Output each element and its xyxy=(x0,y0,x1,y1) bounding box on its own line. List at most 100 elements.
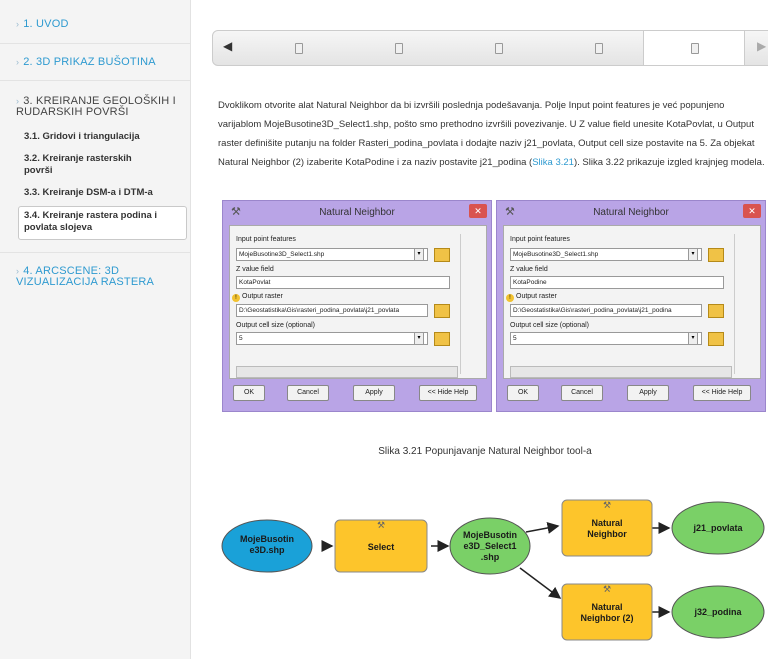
hammer-icon: ⚒ xyxy=(377,520,385,530)
cell-size-field[interactable]: 5 xyxy=(510,332,702,345)
sidebar-item-kreiranje-povrsi[interactable]: › 3. KREIRANJE GEOLOŠKIH I RUDARSKIH POVR… xyxy=(0,96,176,118)
z-value-field[interactable]: KotaPovlat xyxy=(236,276,450,289)
output-raster-field[interactable]: D:\Geostatistika\Gis\rasteri_podina_povl… xyxy=(510,304,702,317)
folder-icon[interactable] xyxy=(434,304,450,318)
ok-button[interactable]: OK xyxy=(507,385,539,401)
hide-help-button[interactable]: << Hide Help xyxy=(693,385,751,401)
model-diagram: MojeBusotin e3D.shp ⚒ Select MojeBusotin… xyxy=(221,499,765,641)
node-natural-neighbor-2[interactable]: ⚒ Natural Neighbor (2) xyxy=(561,583,653,641)
vertical-scrollbar[interactable] xyxy=(734,234,747,374)
sidebar-item-label: 4. ARCSCENE: 3D VIZUALIZACIJA RASTERA xyxy=(16,265,155,288)
dialog-titlebar[interactable]: ⚒ Natural Neighbor ✕ xyxy=(223,201,491,225)
apply-button[interactable]: Apply xyxy=(627,385,669,401)
folder-icon[interactable] xyxy=(434,248,450,262)
node-label: Natural xyxy=(591,602,622,612)
cell-label: Output cell size (optional) xyxy=(510,322,589,329)
node-output-povlata[interactable]: j21_povlata xyxy=(671,501,765,555)
input-point-field[interactable]: MojeBusotine3D_Select1.shp xyxy=(510,248,702,261)
cell-size-field[interactable]: 5 xyxy=(236,332,428,345)
sidebar-item-uvod[interactable]: › 1. UVOD xyxy=(0,18,206,38)
natural-neighbor-dialog-1: ⚒ Natural Neighbor ✕ Input point feature… xyxy=(222,200,492,412)
node-selected-output[interactable]: MojeBusotin e3D_Select1 .shp xyxy=(449,517,531,575)
input-point-field[interactable]: MojeBusotine3D_Select1.shp xyxy=(236,248,428,261)
chevron-right-icon: › xyxy=(16,19,20,29)
dialog-body: Input point features MojeBusotine3D_Sele… xyxy=(229,225,487,379)
dialog-body: Input point features MojeBusotine3D_Sele… xyxy=(503,225,761,379)
hammer-icon: ⚒ xyxy=(603,584,611,594)
horizontal-scrollbar[interactable] xyxy=(236,366,458,378)
slider-marker[interactable] xyxy=(295,43,303,54)
divider xyxy=(0,80,190,81)
node-select-tool[interactable]: ⚒ Select xyxy=(334,519,428,573)
sidebar-item-label: 3. KREIRANJE GEOLOŠKIH I RUDARSKIH POVRŠ… xyxy=(16,95,176,118)
slider-marker[interactable] xyxy=(395,43,403,54)
chevron-down-icon: › xyxy=(16,96,20,106)
node-label: e3D_Select1 xyxy=(463,541,516,551)
z-label: Z value field xyxy=(236,266,274,273)
slider-marker[interactable] xyxy=(691,43,699,54)
folder-icon[interactable] xyxy=(708,248,724,262)
node-input-dataset[interactable]: MojeBusotin e3D.shp xyxy=(221,519,313,573)
folder-icon[interactable] xyxy=(708,304,724,318)
vertical-scrollbar[interactable] xyxy=(460,234,473,374)
dropdown-icon[interactable]: ▾ xyxy=(688,248,698,261)
sidebar-item-3d-prikaz[interactable]: › 2. 3D PRIKAZ BUŠOTINA xyxy=(0,56,206,76)
divider xyxy=(0,252,190,253)
slider-prev-icon[interactable]: ◀ xyxy=(223,39,232,53)
z-value-field[interactable]: KotaPodine xyxy=(510,276,724,289)
subitem-dsm-dtm[interactable]: 3.3. Kreiranje DSM-a i DTM-a xyxy=(24,187,184,199)
node-label: MojeBusotin xyxy=(240,534,294,544)
content-paragraph: Dvoklikom otvorite alat Natural Neighbor… xyxy=(218,96,768,172)
slider-marker[interactable] xyxy=(495,43,503,54)
hammer-icon: ⚒ xyxy=(603,500,611,510)
dropdown-icon[interactable]: ▾ xyxy=(414,332,424,345)
sidebar: › 1. UVOD › 2. 3D PRIKAZ BUŠOTINA › 3. KREI… xyxy=(0,0,191,659)
cell-label: Output cell size (optional) xyxy=(236,322,315,329)
subitem-rastera-podina[interactable]: 3.4. Kreiranje rastera podina i povlata … xyxy=(24,210,174,234)
natural-neighbor-dialog-2: ⚒ Natural Neighbor ✕ Input point feature… xyxy=(496,200,766,412)
connector xyxy=(519,567,562,599)
page-slider[interactable]: ◀ ▶ xyxy=(212,30,768,66)
dropdown-icon[interactable]: ▾ xyxy=(688,332,698,345)
apply-button[interactable]: Apply xyxy=(353,385,395,401)
horizontal-scrollbar[interactable] xyxy=(510,366,732,378)
hide-help-button[interactable]: << Hide Help xyxy=(419,385,477,401)
sidebar-item-arcscene[interactable]: › 4. ARCSCENE: 3D VIZUALIZACIJA RASTERA xyxy=(0,266,176,288)
node-label: Natural xyxy=(591,518,622,528)
folder-icon[interactable] xyxy=(708,332,724,346)
subitem-gridovi[interactable]: 3.1. Gridovi i triangulacija xyxy=(24,131,184,143)
folder-icon[interactable] xyxy=(434,332,450,346)
slider-marker[interactable] xyxy=(595,43,603,54)
divider xyxy=(0,43,190,44)
node-label: Select xyxy=(368,542,395,552)
output-label: Output raster xyxy=(516,293,557,300)
z-label: Z value field xyxy=(510,266,548,273)
chevron-right-icon: › xyxy=(16,266,20,276)
ok-button[interactable]: OK xyxy=(233,385,265,401)
slider-next-icon[interactable]: ▶ xyxy=(757,39,766,53)
node-label: j32_podina xyxy=(693,607,742,617)
figure-link[interactable]: Slika 3.21 xyxy=(532,157,574,168)
cancel-button[interactable]: Cancel xyxy=(561,385,603,401)
connector xyxy=(525,522,560,534)
subitem-rasterske-povrsi[interactable]: 3.2. Kreiranje rasterskih površi xyxy=(24,153,144,177)
dialog-titlebar[interactable]: ⚒ Natural Neighbor ✕ xyxy=(497,201,765,225)
cancel-button[interactable]: Cancel xyxy=(287,385,329,401)
close-icon[interactable]: ✕ xyxy=(743,204,761,218)
node-output-podina[interactable]: j32_podina xyxy=(671,585,765,639)
dialog-buttons: OK Cancel Apply << Hide Help xyxy=(229,383,485,403)
node-label: MojeBusotin xyxy=(463,530,517,540)
input-label: Input point features xyxy=(236,236,296,243)
dialog-buttons: OK Cancel Apply << Hide Help xyxy=(503,383,759,403)
dialog-title: Natural Neighbor xyxy=(319,207,395,218)
figure-caption: Slika 3.21 Popunjavanje Natural Neighbor… xyxy=(378,446,592,457)
node-label: Neighbor (2) xyxy=(581,613,634,623)
input-label: Input point features xyxy=(510,236,570,243)
node-natural-neighbor-1[interactable]: ⚒ Natural Neighbor xyxy=(561,499,653,557)
node-label: j21_povlata xyxy=(692,523,743,533)
sidebar-item-label: 2. 3D PRIKAZ BUŠOTINA xyxy=(23,56,156,68)
output-raster-field[interactable]: D:\Geostatistika\Gis\rasteri_podina_povl… xyxy=(236,304,428,317)
dropdown-icon[interactable]: ▾ xyxy=(414,248,424,261)
output-label: Output raster xyxy=(242,293,283,300)
close-icon[interactable]: ✕ xyxy=(469,204,487,218)
